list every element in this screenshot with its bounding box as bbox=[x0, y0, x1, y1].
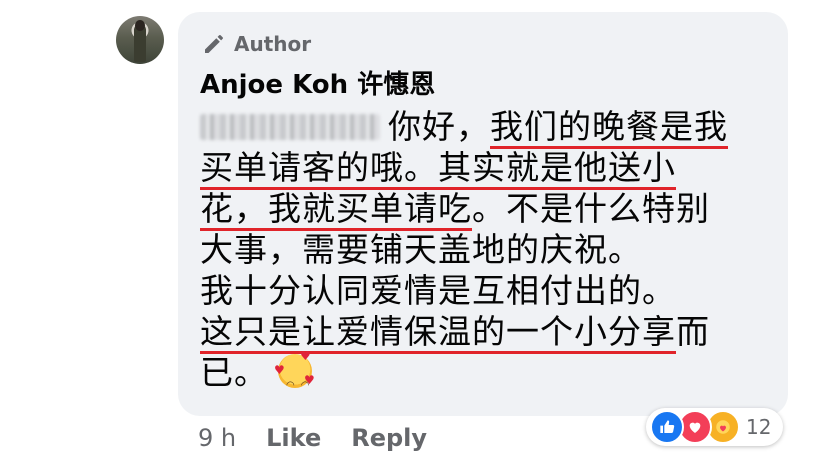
comment-text: 你好，我们的晚餐是我 买单请客的哦。其实就是他送小 花，我就买单请吃。不是什么特… bbox=[200, 106, 760, 393]
line-text: 而 bbox=[676, 312, 710, 351]
underlined-text: 这只是让爱情保温的一个小分享 bbox=[200, 312, 676, 354]
avatar-head bbox=[135, 20, 145, 31]
author-badge: Author bbox=[202, 32, 311, 56]
reaction-count: 12 bbox=[746, 415, 772, 439]
reply-button[interactable]: Reply bbox=[351, 424, 427, 452]
line-text: 大事，需要铺天盖地的庆祝。 bbox=[200, 230, 642, 269]
underlined-text: 其实就是他送小 bbox=[438, 148, 676, 190]
pencil-icon bbox=[205, 35, 223, 53]
smiling-face-with-hearts-icon: ♥ ♥ ♥ ◠◠ bbox=[274, 349, 316, 391]
avatar[interactable] bbox=[116, 16, 164, 64]
comment-line: 买单请客的哦。其实就是他送小 bbox=[200, 147, 760, 190]
line-text: 已。 bbox=[200, 353, 268, 392]
line-text: 你好， bbox=[388, 107, 490, 146]
comment-bubble: Author Anjoe Koh 许憓恩 你好，我们的晚餐是我 买单请客的哦。其… bbox=[178, 12, 788, 416]
comment-timestamp[interactable]: 9 h bbox=[198, 424, 236, 452]
author-badge-label: Author bbox=[234, 32, 312, 56]
comment-line: 大事，需要铺天盖地的庆祝。 bbox=[200, 229, 760, 270]
line-text: 。不是什么特别 bbox=[472, 189, 710, 228]
comment-line: 这只是让爱情保温的一个小分享而 bbox=[200, 311, 760, 354]
like-button[interactable]: Like bbox=[266, 424, 321, 452]
underlined-text: 买单请客的哦。 bbox=[200, 148, 438, 190]
line-text: 我十分认同爱情是互相付出的。 bbox=[200, 271, 676, 310]
comment-actions: 9 h Like Reply bbox=[198, 424, 427, 452]
like-icon bbox=[650, 410, 684, 444]
comment-line: 花，我就买单请吃。不是什么特别 bbox=[200, 188, 760, 231]
underlined-text: 花，我就买单请吃 bbox=[200, 189, 472, 231]
reactions-summary[interactable]: 12 bbox=[646, 408, 784, 446]
comment-line: 你好，我们的晚餐是我 bbox=[200, 106, 760, 149]
comment-line: 我十分认同爱情是互相付出的。 bbox=[200, 270, 760, 311]
comment-author-name[interactable]: Anjoe Koh 许憓恩 bbox=[200, 64, 435, 101]
blurred-mention bbox=[200, 114, 380, 140]
comment-line: 已。 ♥ ♥ ♥ ◠◠ bbox=[200, 349, 760, 393]
underlined-text: 我们的晚餐是我 bbox=[490, 107, 728, 149]
